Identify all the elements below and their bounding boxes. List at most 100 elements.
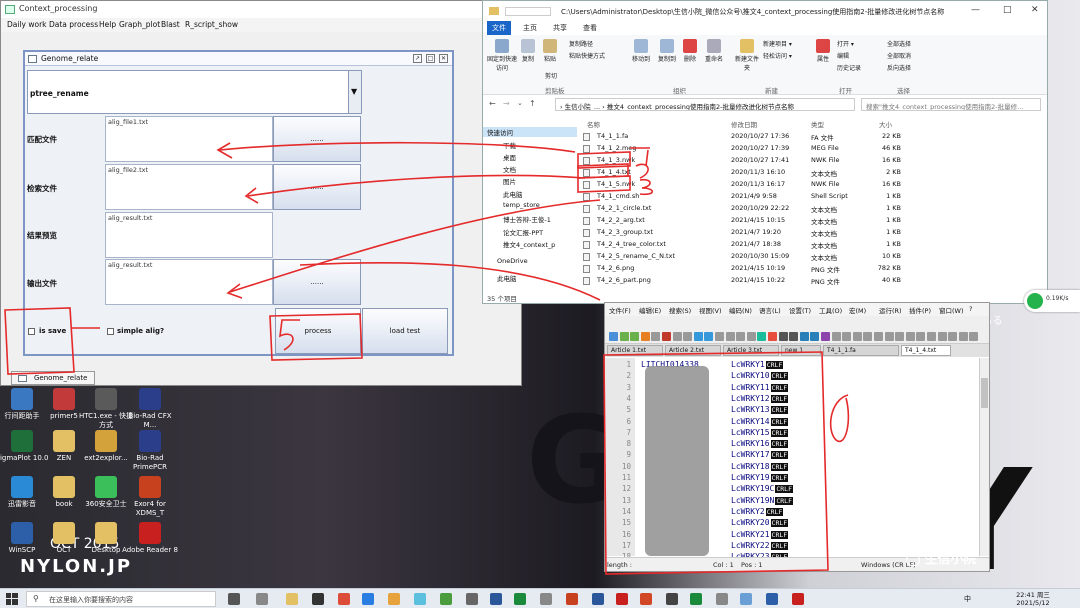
editor-menu-item[interactable]: ? [969,305,972,313]
taskbar-search-input[interactable]: ⚲ 在这里输入你要搜索的内容 [26,591,216,607]
menu-blast[interactable]: Blast [161,20,180,29]
app-icon[interactable] [414,593,426,605]
maximize-button[interactable]: □ [1003,5,1012,15]
word-icon[interactable] [592,593,604,605]
search-input[interactable]: 搜索"推文4_context_processing使用指南2-批量修... [861,98,1041,111]
toolbar-button-icon[interactable] [789,332,799,341]
select-all-button[interactable]: 全部选择 [887,39,935,48]
search-file-browse-button[interactable]: ...... [273,164,361,210]
result-preview-field[interactable]: alig_result.txt [105,212,273,258]
genome-relate-minimized-tab[interactable]: Genome_relate [11,371,95,385]
nav-folder-article4[interactable]: 推文4_context_p [503,239,555,249]
task-view-icon[interactable] [228,593,240,605]
toolbar-button-icon[interactable] [863,332,873,341]
file-row[interactable]: T4_2_6_part.png 2021/4/15 10:22 PNG 文件 40 K… [579,275,1039,287]
toolbar-button-icon[interactable] [927,332,936,341]
app-icon[interactable] [514,593,526,605]
toolbar-button-icon[interactable] [778,332,788,341]
recent-chevron-icon[interactable]: ⌄ [517,99,523,107]
quick-access-toolbar[interactable] [505,7,551,16]
chrome-icon[interactable] [338,593,350,605]
toolbar-button-icon[interactable] [937,332,947,341]
toolbar-button-icon[interactable] [916,332,926,341]
output-file-field[interactable]: alig_result.txt [105,259,273,305]
scrollbar-thumb[interactable] [981,378,988,408]
editor-menu-item[interactable]: 视图(V) [699,305,722,315]
desktop-icon[interactable]: Bio-Rad PrimePCR [122,430,178,472]
editor-tab[interactable]: T4_1_4.txt [901,345,951,356]
file-row[interactable]: T4_2_3_group.txt 2021/4/7 19:20 文本文档 1 KB [579,227,1039,239]
app-icon[interactable] [256,593,268,605]
nav-downloads[interactable]: 下载 [503,140,516,150]
function-combobox[interactable]: ptree_rename [27,70,362,114]
pin-quick-access-button[interactable]: 固定到快速访问 [487,39,517,72]
nav-this-pc-2[interactable]: 此电脑 [497,273,517,283]
col-date[interactable]: 修改日期 [731,119,757,129]
vertical-scrollbar[interactable] [979,358,989,556]
paste-shortcut-button[interactable]: 粘贴快捷方式 [569,51,625,60]
toolbar-button-icon[interactable] [662,332,671,341]
tab-file[interactable]: 文件 [487,21,511,35]
app-icon[interactable] [716,593,728,605]
minimize-button[interactable]: — [971,5,980,15]
nav-quick-access[interactable]: 快速访问 [483,127,577,137]
combobox-arrow-button[interactable]: ▼ [348,70,362,114]
nav-onedrive[interactable]: OneDrive [497,257,528,265]
editor-menu-item[interactable]: 运行(R) [879,305,902,315]
process-button[interactable]: process [275,308,361,354]
nav-folder-ppt[interactable]: 论文汇报-PPT [503,227,543,237]
editor-text-area[interactable]: 123456789101112131415161718 LITCHI014338… [605,358,979,562]
properties-button[interactable]: 属性 [813,39,833,63]
toolbar-button-icon[interactable] [799,332,809,341]
desktop-icon[interactable]: Exor4 for XDMS_T [122,476,178,518]
delete-button[interactable]: 删除 [681,39,699,63]
app-icon[interactable] [540,593,552,605]
app-icon[interactable] [740,593,752,605]
copy-button[interactable]: 复制 [519,39,537,63]
toolbar-button-icon[interactable] [757,332,767,341]
invert-selection-button[interactable]: 反向选择 [887,63,935,72]
file-row[interactable]: T4_2_4_tree_color.txt 2021/4/7 18:38 文本文档 1… [579,239,1039,251]
nav-desktop[interactable]: 桌面 [503,152,516,162]
menu-daily-work[interactable]: Daily work [7,20,47,29]
new-folder-button[interactable]: 新建文件夹 [735,39,759,72]
rename-button[interactable]: 重命名 [703,39,725,63]
tab-share[interactable]: 共享 [553,23,567,33]
select-none-button[interactable]: 全部取消 [887,51,935,60]
frame-titlebar[interactable]: Genome_relate ↗ □ ✕ [25,52,452,66]
editor-menu-item[interactable]: 搜索(S) [669,305,691,315]
new-item-button[interactable]: 新建项目 ▾ [763,39,809,48]
move-to-button[interactable]: 移动到 [629,39,653,63]
paste-button[interactable]: 粘贴 [541,39,559,63]
file-row[interactable]: T4_1_cmd.sh 2021/4/9 9:58 Shell Script 1 KB [579,191,1039,203]
copy-path-button[interactable]: 复制路径 [569,39,613,48]
close-button[interactable]: ✕ [1031,5,1039,15]
col-size[interactable]: 大小 [879,119,892,129]
editor-tab[interactable]: Article 2.txt [665,345,721,356]
toolbar-button-icon[interactable] [693,332,703,341]
frame-restore-button[interactable]: ↗ [413,54,422,63]
history-button[interactable]: 历史记录 [837,63,879,72]
nav-this-pc[interactable]: 此电脑 [503,189,523,199]
editor-tab[interactable]: Article 1.txt [607,345,663,356]
app-icon[interactable] [466,593,478,605]
file-row[interactable]: T4_2_2_arg.txt 2021/4/15 10:15 文本文档 1 KB [579,215,1039,227]
match-file-field[interactable]: alig_file1.txt [105,116,273,162]
file-row[interactable]: T4_1_2.meg 2020/10/27 17:39 MEG File 46 KB [579,143,1039,155]
toolbar-button-icon[interactable] [948,332,958,341]
col-name[interactable]: 名称 [587,119,600,129]
desktop-icon[interactable]: Bio-Rad CFX M... [122,388,178,430]
toolbar-button-icon[interactable] [874,332,883,341]
toolbar-button-icon[interactable] [672,332,682,341]
file-row[interactable]: T4_1_4.txt 2020/11/3 16:10 文本文档 2 KB [579,167,1039,179]
toolbar-button-icon[interactable] [852,332,862,341]
toolbar-button-icon[interactable] [651,332,661,341]
toolbar-button-icon[interactable] [736,332,746,341]
nav-pictures[interactable]: 图片 [503,176,516,186]
app-icon[interactable] [440,593,452,605]
file-explorer-icon[interactable] [286,593,298,605]
menu-r-script-show[interactable]: R_script_show [185,20,238,29]
powerpoint-icon[interactable] [640,593,652,605]
file-row[interactable]: T4_1_5.nwk 2020/11/3 16:17 NWK File 16 KB [579,179,1039,191]
file-row[interactable]: T4_1_3.nwk 2020/10/27 17:41 NWK File 16 KB [579,155,1039,167]
